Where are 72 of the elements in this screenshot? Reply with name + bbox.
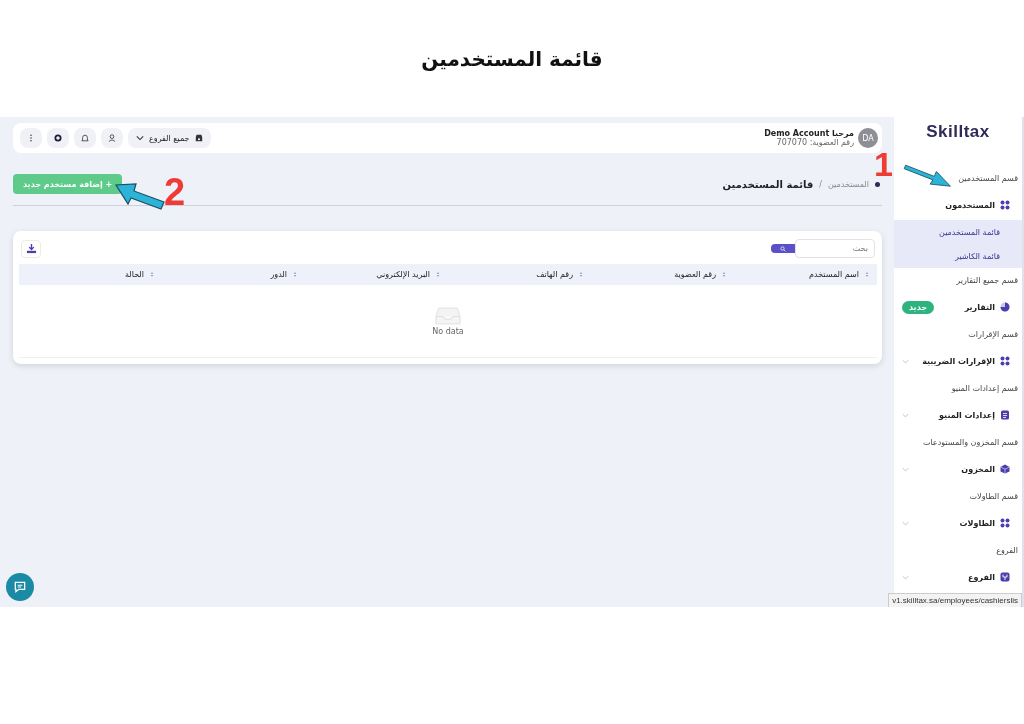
sidebar-item[interactable]: إعدادات المنيو: [894, 400, 1022, 430]
sidebar-item-label: إعدادات المنيو: [939, 410, 995, 420]
sidebar-section-label: قسم المستخدمين: [958, 172, 1018, 185]
chat-button[interactable]: [6, 573, 34, 601]
sidebar-section-label: قسم الإقرارات: [968, 328, 1018, 341]
column-header: رقم الهاتف: [536, 270, 573, 279]
sidebar-item[interactable]: الفروع: [894, 562, 1022, 592]
column-header: البريد الإلكتروني: [376, 270, 430, 279]
sidebar-item-label: الفروع: [968, 572, 995, 582]
cube-icon: [1000, 464, 1010, 474]
chevron-down-icon: [902, 520, 909, 526]
new-badge: جديد: [902, 300, 934, 314]
sidebar-item[interactable]: المخزون: [894, 454, 1022, 484]
sidebar-section-label: قسم جميع التقارير: [956, 274, 1018, 287]
annotation-number: 1: [874, 147, 893, 181]
breadcrumb-current: قائمة المستخدمين: [722, 178, 814, 190]
page-title: قائمة المستخدمين: [421, 46, 603, 71]
settings-button[interactable]: [47, 128, 69, 148]
submenu-item[interactable]: قائمة الكاشير: [894, 244, 1022, 268]
sidebar-section-label: قسم الطاولات: [969, 490, 1018, 503]
sidebar-item-label: الإقرارات الضريبية: [922, 356, 995, 366]
chevron-down-icon: [902, 466, 909, 472]
chevron-down-icon: [136, 134, 144, 142]
sidebar-section-label: قسم إعدادات المنيو: [951, 382, 1018, 395]
logo: Skilltax: [925, 121, 991, 143]
breadcrumb-separator: /: [819, 179, 822, 189]
notifications-button[interactable]: [74, 128, 96, 148]
sidebar-item-label: الطاولات: [959, 518, 995, 528]
search-field[interactable]: بحث: [795, 239, 875, 258]
sidebar-item-label: المستخدمون: [945, 200, 995, 210]
user-icon-button[interactable]: [101, 128, 123, 148]
ring-icon: [54, 134, 62, 142]
grid-icon: [1000, 356, 1010, 366]
column-header: اسم المستخدم: [809, 270, 859, 279]
bell-icon: [81, 134, 89, 142]
sidebar-item-label: المخزون: [961, 464, 995, 474]
sidebar-item[interactable]: المستخدمون: [894, 190, 1022, 220]
empty-message: No data: [432, 327, 464, 336]
annotation-number: 2: [164, 173, 186, 211]
greeting: مرحبا Demo Account: [764, 129, 854, 138]
status-url: v1.skilltax.sa/employees/cashierslis: [888, 593, 1022, 607]
download-button[interactable]: [21, 239, 41, 258]
download-icon: [25, 243, 37, 254]
avatar: DA: [858, 128, 878, 148]
more-button[interactable]: [20, 128, 42, 148]
kebab-menu-icon: [27, 134, 35, 142]
search-button[interactable]: [771, 244, 795, 253]
branch-selector[interactable]: جميع الفروع: [128, 128, 211, 148]
chevron-down-icon: [902, 574, 909, 580]
chevron-down-icon: [902, 412, 909, 418]
column-header: الدور: [270, 270, 287, 279]
pie-chart-icon: [1000, 302, 1010, 312]
column-header: الحالة: [125, 270, 144, 279]
sidebar-item-label: التقارير: [964, 302, 995, 312]
sidebar-item[interactable]: التقارير جديد: [894, 292, 1022, 322]
column-header: رقم العضوية: [674, 270, 716, 279]
empty-inbox-icon: [435, 306, 461, 325]
chevron-down-icon: [902, 358, 909, 364]
sidebar-item[interactable]: الإقرارات الضريبية: [894, 346, 1022, 376]
sidebar-item[interactable]: الطاولات: [894, 508, 1022, 538]
chat-icon: [13, 580, 27, 594]
search-icon: [780, 245, 786, 252]
sidebar-section-label: قسم المخزون والمستودعات: [922, 436, 1018, 449]
submenu-item[interactable]: قائمة المستخدمين: [894, 220, 1022, 244]
branch-icon: [1000, 572, 1010, 582]
sidebar-section-label: الفروع: [996, 544, 1018, 557]
document-icon: [1000, 410, 1010, 420]
user-icon: [108, 134, 116, 142]
membership-number: رقم العضوية: 707070: [775, 138, 854, 147]
bullet-icon: [875, 181, 880, 187]
grid-icon: [1000, 518, 1010, 528]
grid-icon: [1000, 200, 1010, 210]
